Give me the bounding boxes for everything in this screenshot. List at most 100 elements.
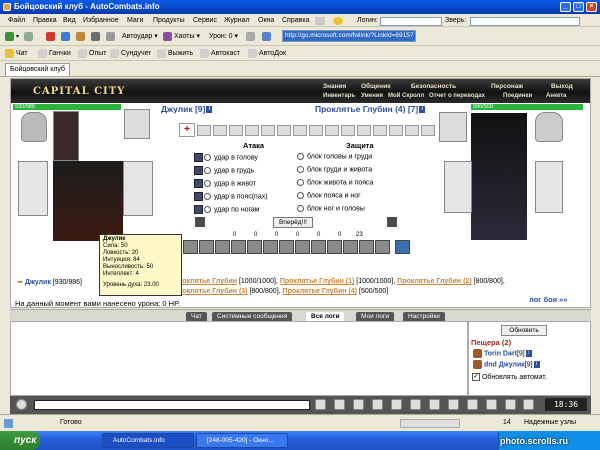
nav-communication[interactable]: Общение [361, 83, 391, 90]
skill-icon[interactable] [231, 240, 246, 254]
info-icon[interactable]: i [206, 106, 213, 114]
scroll-slot[interactable] [261, 125, 275, 136]
smiley-icon[interactable] [333, 17, 343, 25]
equipment-grid[interactable] [53, 111, 79, 161]
chat-log[interactable] [10, 321, 468, 396]
close-button[interactable]: × [586, 2, 597, 12]
tab-fight-club[interactable]: Бойцовский клуб [5, 63, 71, 76]
refresh-button[interactable] [61, 31, 72, 42]
skill-icon[interactable] [183, 240, 198, 254]
skill-icon[interactable] [327, 240, 342, 254]
minimize-button[interactable]: _ [560, 2, 571, 12]
skill-icon[interactable] [215, 240, 230, 254]
battle-log-link[interactable]: лог боя »» [529, 295, 567, 304]
skill-icon[interactable] [279, 240, 294, 254]
link-avtokast[interactable]: Автокаст [200, 48, 240, 59]
attack-radio[interactable] [204, 206, 211, 213]
nav-character[interactable]: Персонаж [491, 83, 523, 90]
skill-icon[interactable] [295, 240, 310, 254]
exit-icon[interactable] [505, 399, 516, 410]
attack-radio[interactable] [204, 154, 211, 161]
attack-radio[interactable] [204, 180, 211, 187]
skill-icon[interactable] [247, 240, 262, 254]
skill-icon[interactable] [359, 240, 374, 254]
defense-option[interactable]: блок груди и живота [297, 166, 372, 173]
send-icon[interactable] [315, 399, 326, 410]
defense-radio[interactable] [297, 179, 304, 186]
attack-radio[interactable] [204, 193, 211, 200]
menu-favorites[interactable]: Избранное [83, 17, 118, 24]
forward-button[interactable]: Вперёд!!! [273, 217, 313, 228]
opponent-link[interactable]: Проклятье Глубин (4) [283, 288, 358, 295]
self-link[interactable]: Джулик [25, 279, 51, 286]
scroll-slot[interactable] [405, 125, 419, 136]
scroll-slot[interactable] [373, 125, 387, 136]
skill-icon[interactable] [375, 240, 390, 254]
scroll-slot[interactable] [341, 125, 355, 136]
task-window[interactable]: [248-005-420] - Окно... [196, 433, 288, 448]
menu-edit[interactable]: Правка [33, 17, 57, 24]
enemy-avatar[interactable] [471, 113, 527, 240]
inventory-icon[interactable] [467, 399, 478, 410]
scroll-slot[interactable] [421, 125, 435, 136]
menu-magi[interactable]: Маги [127, 17, 143, 24]
nav-skills[interactable]: Умения [361, 93, 383, 99]
scroll-slot[interactable] [293, 125, 307, 136]
chat-input[interactable] [34, 400, 310, 410]
attack-option[interactable]: удар в живот [194, 179, 256, 188]
nav-exit[interactable]: Выход [551, 83, 573, 90]
refresh-button[interactable]: Обновить [501, 325, 547, 336]
attack-option[interactable]: удар в пояс(пах) [194, 192, 268, 201]
scroll-slot[interactable] [357, 125, 371, 136]
menu-view[interactable]: Вид [63, 17, 76, 24]
attack-option[interactable]: удар в грудь [194, 166, 254, 175]
defense-radio[interactable] [297, 166, 304, 173]
skill-icon[interactable] [311, 240, 326, 254]
trade-icon[interactable] [429, 399, 440, 410]
defense-radio[interactable] [297, 205, 304, 212]
attack-option[interactable]: удар по ногам [194, 205, 260, 214]
info-icon[interactable]: i [419, 106, 426, 114]
defense-option[interactable]: блок головы и груди [297, 153, 372, 160]
gear-icon[interactable] [315, 17, 325, 25]
map-icon[interactable] [448, 399, 459, 410]
scroll-slot[interactable] [309, 125, 323, 136]
tools-button[interactable] [106, 31, 117, 42]
nav-knowledge[interactable]: Знания [323, 83, 346, 90]
defense-radio[interactable] [297, 192, 304, 199]
checkbox[interactable]: ✓ [472, 373, 480, 381]
clear-icon[interactable] [334, 399, 345, 410]
home-button[interactable] [76, 31, 87, 42]
nav-security[interactable]: Безопасность [411, 83, 456, 90]
nav-transfer-report[interactable]: Отчет о переводах [429, 93, 485, 99]
link-chat[interactable]: Чат [5, 48, 28, 59]
scroll-slot[interactable] [229, 125, 243, 136]
scroll-slot[interactable] [277, 125, 291, 136]
sword-icon[interactable] [486, 399, 497, 410]
menu-service[interactable]: Сервис [193, 17, 217, 24]
khaoty-button[interactable]: Хаоты ▾ [163, 31, 200, 42]
member-row[interactable]: Torin Dart[9] i [473, 349, 532, 358]
scroll-slot[interactable] [325, 125, 339, 136]
defense-radio[interactable] [297, 153, 304, 160]
opponent-link[interactable]: Проклятье Глубин (3) [173, 288, 248, 295]
scroll-slot[interactable] [213, 125, 227, 136]
link-sunduk[interactable]: Сундучег [110, 48, 151, 59]
uron-button[interactable]: Урон: 0 ▾ [209, 31, 238, 42]
defense-option[interactable]: блок пояса и ног [297, 192, 361, 199]
pet-select[interactable] [470, 17, 580, 26]
music-icon[interactable] [410, 399, 421, 410]
friends-icon[interactable] [391, 399, 402, 410]
menu-help[interactable]: Справка [282, 17, 309, 24]
opponent-link[interactable]: Проклятье Глубин (2) [397, 278, 472, 285]
info-icon[interactable]: i [533, 361, 540, 368]
maximize-button[interactable]: □ [573, 2, 584, 12]
nav-battles[interactable]: Поединки [503, 93, 532, 99]
scroll-slot[interactable] [245, 125, 259, 136]
skill-icon[interactable] [343, 240, 358, 254]
link-opyt[interactable]: Опыт [78, 48, 106, 59]
start-button[interactable]: пуск [0, 431, 40, 450]
address-input[interactable]: http://go.microsoft.com/fwlink/?LinkId=6… [282, 30, 416, 42]
smiley-icon[interactable] [16, 399, 27, 410]
member-row[interactable]: dnd Джулик[9] i [473, 360, 540, 369]
